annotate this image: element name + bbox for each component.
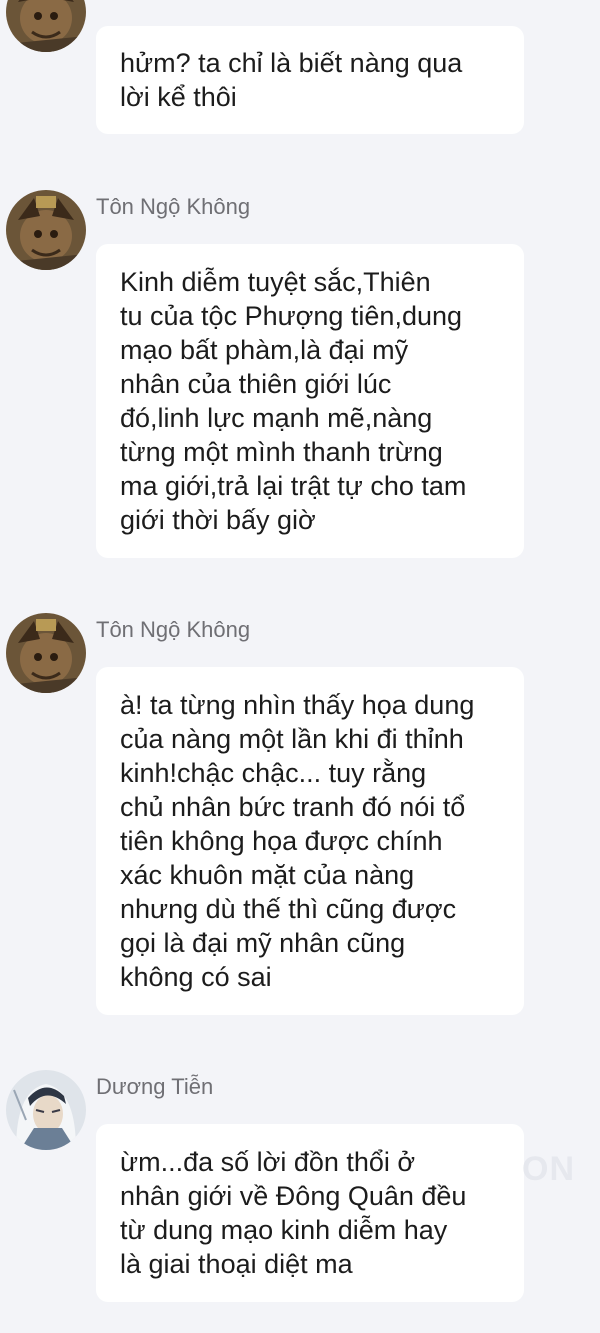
sender-name: Dương Tiễn	[96, 1074, 214, 1099]
white-haired-man-avatar-icon[interactable]	[6, 1070, 86, 1150]
message-bubble[interactable]: Kinh diễm tuyệt sắc,Thiên tu của tộc Phư…	[96, 244, 524, 558]
watermark-text: ON	[522, 1150, 575, 1188]
sender-name: Tôn Ngộ Không	[96, 617, 251, 642]
message-text: à! ta từng nhìn thấy họa dung của nàng m…	[120, 690, 475, 992]
message-text: ừm...đa số lời đồn thổi ở nhân giới về Đ…	[120, 1147, 467, 1279]
message-text: Kinh diễm tuyệt sắc,Thiên tu của tộc Phư…	[120, 267, 467, 535]
monkey-king-avatar-icon[interactable]	[6, 613, 86, 693]
monkey-king-avatar-icon[interactable]	[6, 0, 86, 52]
message-bubble[interactable]: hửm? ta chỉ là biết nàng qua lời kể thôi	[96, 26, 524, 134]
message-bubble[interactable]: ừm...đa số lời đồn thổi ở nhân giới về Đ…	[96, 1124, 524, 1302]
monkey-king-avatar-icon[interactable]	[6, 190, 86, 270]
message-text: hửm? ta chỉ là biết nàng qua lời kể thôi	[120, 48, 463, 112]
sender-name: Tôn Ngộ Không	[96, 194, 251, 219]
message-bubble[interactable]: à! ta từng nhìn thấy họa dung của nàng m…	[96, 667, 524, 1015]
